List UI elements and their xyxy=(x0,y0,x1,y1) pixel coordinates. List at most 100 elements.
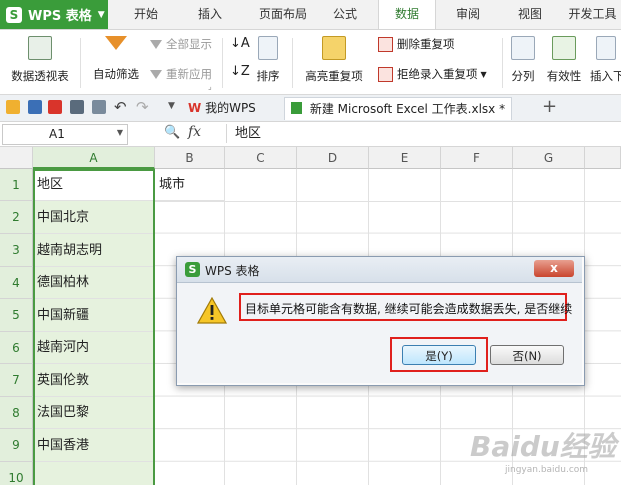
sort-button[interactable]: 排序 xyxy=(252,36,284,84)
sort-descending-icon[interactable]: ↓Z xyxy=(230,64,250,79)
column-header-f[interactable]: F xyxy=(441,147,513,169)
doc-tab-my-wps[interactable]: W 我的WPS xyxy=(188,97,256,119)
column-header-c[interactable]: C xyxy=(225,147,297,169)
no-button[interactable]: 否(N) xyxy=(490,345,564,365)
tab-page-layout[interactable]: 页面布局 xyxy=(246,0,320,29)
row-header[interactable]: 1 xyxy=(0,169,33,201)
save-icon[interactable] xyxy=(28,100,42,114)
highlight-duplicates-label: 高亮重复项 xyxy=(305,69,363,83)
dialog-title: WPS 表格 xyxy=(205,264,260,278)
validity-icon xyxy=(552,36,576,60)
row-header[interactable]: 3 xyxy=(0,234,33,267)
ribbon-divider xyxy=(292,38,293,88)
cell-a8[interactable]: 法国巴黎 xyxy=(33,397,155,429)
doc-tab-label: 我的WPS xyxy=(205,101,256,115)
reapply-button[interactable]: 重新应用 xyxy=(150,66,212,82)
row-header[interactable]: 7 xyxy=(0,364,33,397)
split-columns-icon xyxy=(511,36,535,60)
column-header-b[interactable]: B xyxy=(155,147,225,169)
show-all-label: 全部显示 xyxy=(166,37,212,51)
cell-a2[interactable]: 中国北京 xyxy=(33,201,155,234)
column-header-d[interactable]: D xyxy=(297,147,369,169)
open-folder-icon[interactable] xyxy=(6,100,20,114)
delete-duplicates-button[interactable]: 删除重复项 xyxy=(378,36,455,52)
sort-icon xyxy=(258,36,278,60)
zoom-magnifier-icon[interactable]: 🔍 xyxy=(164,125,180,140)
cell-a5[interactable]: 中国新疆 xyxy=(33,299,155,332)
row-header[interactable]: 6 xyxy=(0,332,33,364)
insert-dropdown-label: 插入下 xyxy=(590,69,621,83)
ribbon-divider xyxy=(222,38,223,88)
split-columns-label: 分列 xyxy=(511,69,535,83)
delete-duplicates-icon xyxy=(378,36,393,52)
cell-a3[interactable]: 越南胡志明 xyxy=(33,234,155,267)
pivot-table-label: 数据透视表 xyxy=(11,69,69,83)
delete-duplicates-label: 删除重复项 xyxy=(397,37,455,51)
row-header[interactable]: 10 xyxy=(0,462,33,485)
row-header[interactable]: 9 xyxy=(0,429,33,462)
autofilter-label: 自动筛选 xyxy=(93,67,139,81)
cell-a10[interactable] xyxy=(33,462,155,485)
row-header[interactable]: 8 xyxy=(0,397,33,429)
pivot-table-button[interactable]: 数据透视表 xyxy=(6,36,74,84)
reapply-label: 重新应用 xyxy=(166,67,212,81)
reject-duplicates-label: 拒绝录入重复项 xyxy=(397,67,478,81)
doc-tab-workbook[interactable]: 新建 Microsoft Excel 工作表.xlsx * xyxy=(284,97,513,120)
cell-a1[interactable]: 地区 xyxy=(33,169,155,201)
autofilter-button[interactable]: 自动筛选 xyxy=(88,36,144,82)
customize-toolbar-icon[interactable]: ▼ xyxy=(168,101,175,111)
funnel-small-icon xyxy=(150,39,162,49)
insert-dropdown-button[interactable]: 插入下 xyxy=(590,36,621,84)
tab-data[interactable]: 数据 xyxy=(378,0,436,29)
dialog-title-bar[interactable]: S WPS 表格 x xyxy=(177,257,582,283)
tab-insert[interactable]: 插入 xyxy=(182,0,238,29)
name-box-value: A1 xyxy=(49,127,65,141)
tab-review[interactable]: 审阅 xyxy=(440,0,496,29)
print-icon[interactable] xyxy=(70,100,84,114)
column-header-h[interactable] xyxy=(585,147,621,169)
new-tab-plus-icon[interactable]: + xyxy=(542,96,557,117)
highlight-duplicates-button[interactable]: 高亮重复项 xyxy=(298,36,370,84)
dialog-launcher-icon[interactable]: ⌟ xyxy=(208,82,212,91)
redo-icon[interactable]: ↷ xyxy=(136,98,149,116)
app-name: WPS 表格 xyxy=(28,9,92,24)
undo-icon[interactable]: ↶ xyxy=(114,98,127,116)
quick-access-toolbar: ↶ ↷ ▼ W 我的WPS 新建 Microsoft Excel 工作表.xls… xyxy=(0,95,621,122)
reject-duplicates-button[interactable]: 拒绝录入重复项 ▼ xyxy=(378,66,487,82)
sort-ascending-icon[interactable]: ↓A xyxy=(230,36,250,51)
formula-bar: A1 ▼ 🔍 fx 地区 xyxy=(0,122,621,147)
tab-developer[interactable]: 开发工具 xyxy=(564,0,621,29)
tab-view[interactable]: 视图 xyxy=(502,0,558,29)
yes-button[interactable]: 是(Y) xyxy=(402,345,476,365)
print-preview-icon[interactable] xyxy=(92,100,106,114)
grid-lines xyxy=(155,169,621,202)
cell-a4[interactable]: 德国柏林 xyxy=(33,267,155,299)
fx-function-icon[interactable]: fx xyxy=(188,124,201,140)
column-header-g[interactable]: G xyxy=(513,147,585,169)
sort-label: 排序 xyxy=(256,69,280,83)
row-header[interactable]: 2 xyxy=(0,201,33,234)
select-all-corner[interactable] xyxy=(0,147,33,169)
split-columns-button[interactable]: 分列 xyxy=(506,36,540,84)
tab-home[interactable]: 开始 xyxy=(118,0,174,29)
app-menu-button[interactable]: S WPS 表格 ▼ xyxy=(0,0,108,29)
show-all-button[interactable]: 全部显示 xyxy=(150,36,212,52)
formula-input[interactable]: 地区 xyxy=(226,124,618,143)
row-header[interactable]: 5 xyxy=(0,299,33,332)
tab-formulas[interactable]: 公式 xyxy=(322,0,368,29)
cell-a6[interactable]: 越南河内 xyxy=(33,332,155,364)
name-box[interactable]: A1 ▼ xyxy=(2,124,128,145)
close-button[interactable]: x xyxy=(534,260,574,277)
chevron-down-icon: ▼ xyxy=(480,69,487,79)
baidu-watermark: Baidu经验 xyxy=(470,430,616,463)
row-header[interactable]: 4 xyxy=(0,267,33,299)
column-header-e[interactable]: E xyxy=(369,147,441,169)
cell-a7[interactable]: 英国伦敦 xyxy=(33,364,155,397)
column-header-a[interactable]: A xyxy=(33,147,155,169)
cell-a9[interactable]: 中国香港 xyxy=(33,429,155,462)
ribbon-panel: 数据透视表 自动筛选 全部显示 重新应用 ⌟ ↓A ↓Z 排序 高亮重复项 删除… xyxy=(0,30,621,95)
reject-duplicates-icon xyxy=(378,66,393,82)
ribbon-divider xyxy=(502,38,503,88)
validity-button[interactable]: 有效性 xyxy=(544,36,584,84)
export-pdf-icon[interactable] xyxy=(48,100,62,114)
